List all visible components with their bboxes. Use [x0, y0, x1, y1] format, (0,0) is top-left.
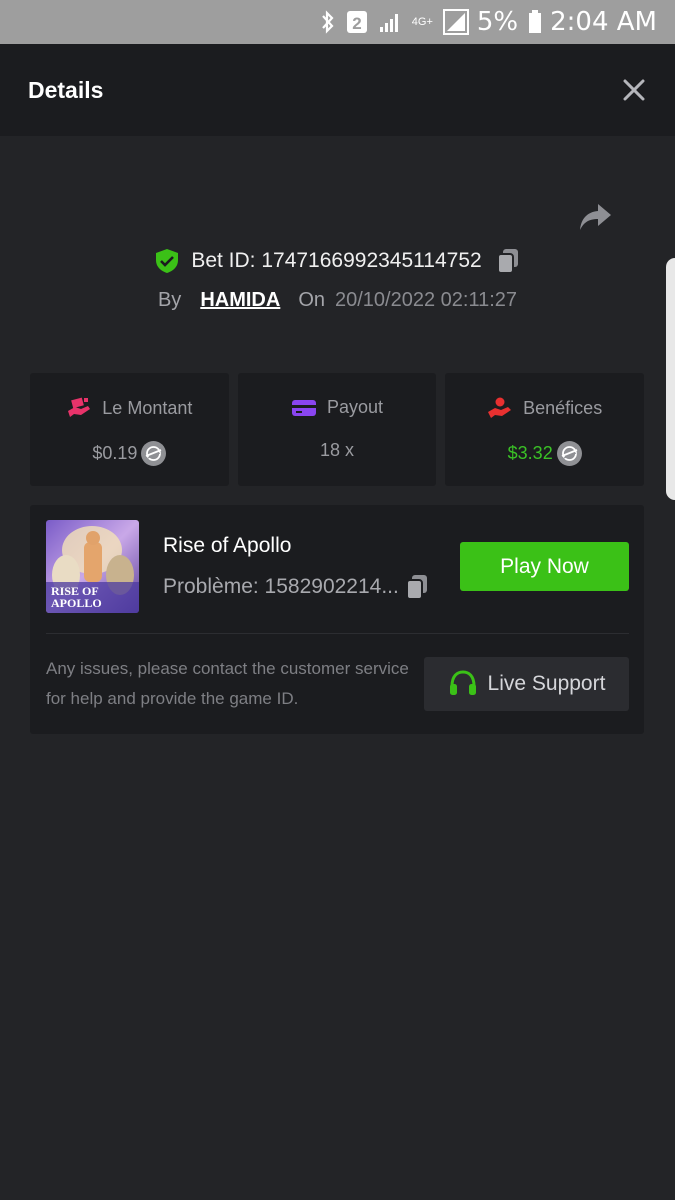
- stat-value: $0.19: [92, 441, 167, 466]
- stat-value: $3.32: [508, 441, 582, 466]
- bet-date: 20/10/2022 02:11:27: [335, 289, 518, 311]
- stat-card-amount: Le Montant $0.19: [30, 373, 229, 486]
- stat-value: 18 x: [320, 440, 354, 461]
- stat-label: Le Montant: [66, 397, 192, 419]
- battery-percent: 5%: [476, 7, 519, 37]
- game-id-row: Problème: 1582902214...: [163, 574, 429, 600]
- profit-hand-icon: [488, 397, 512, 418]
- stat-cards: Le Montant $0.19 Payout 18 x Benéfices $…: [30, 373, 645, 486]
- page-title: Details: [28, 76, 104, 103]
- battery-icon: [528, 10, 542, 34]
- money-hand-icon: [68, 397, 91, 417]
- username-link[interactable]: HAMIDA: [200, 289, 280, 312]
- support-notice: Any issues, please contact the customer …: [46, 659, 409, 708]
- details-header: Details: [0, 44, 675, 136]
- bet-meta-row: By HAMIDA On 20/10/2022 02:11:27: [0, 289, 675, 312]
- coin-icon: [556, 441, 582, 466]
- card-icon: [291, 399, 316, 416]
- stat-card-profit: Benéfices $3.32: [445, 373, 645, 486]
- sim-icon: 2: [346, 10, 368, 34]
- copy-icon[interactable]: [405, 574, 429, 600]
- play-now-button[interactable]: Play Now: [460, 542, 629, 591]
- copy-icon[interactable]: [496, 248, 520, 274]
- by-label: By: [157, 289, 182, 311]
- stat-card-payout: Payout 18 x: [237, 373, 437, 486]
- side-panel-edge[interactable]: [666, 258, 675, 500]
- close-icon[interactable]: [621, 77, 647, 103]
- bluetooth-icon: [320, 10, 336, 34]
- svg-text:2: 2: [352, 14, 361, 33]
- headset-icon: [449, 670, 476, 695]
- share-icon[interactable]: [578, 200, 614, 234]
- bet-id-text: Bet ID: 1747166992345114752: [191, 249, 482, 272]
- stat-value-text: 18 x: [319, 440, 355, 460]
- bet-id-row: Bet ID: 1747166992345114752: [0, 248, 675, 274]
- stat-label-text: Benéfices: [523, 397, 603, 418]
- coin-icon: [141, 441, 167, 466]
- divider: [46, 633, 629, 634]
- clock: 2:04 AM: [550, 7, 657, 37]
- thumb-title-line2: APOLLO: [51, 596, 102, 610]
- signal-box-icon: [442, 9, 469, 35]
- stat-label: Payout: [291, 397, 383, 418]
- shield-check-icon: [155, 248, 179, 274]
- game-thumbnail[interactable]: RISE OF APOLLO: [46, 520, 139, 613]
- status-bar: 2 4G+ 5% 2:04 AM: [0, 0, 675, 44]
- on-label: On: [298, 289, 325, 311]
- game-id-text: Problème: 1582902214...: [163, 575, 399, 598]
- stat-label-text: Payout: [326, 397, 384, 417]
- game-panel: RISE OF APOLLO Rise of Apollo Problème: …: [30, 505, 644, 734]
- stat-label-text: Le Montant: [102, 397, 193, 418]
- signal-icon: [378, 11, 402, 33]
- stat-value-text: $0.19: [92, 443, 138, 463]
- network-type-label: 4G+: [411, 15, 433, 28]
- live-support-button[interactable]: Live Support: [424, 657, 629, 711]
- stat-label: Benéfices: [487, 397, 602, 419]
- game-name[interactable]: Rise of Apollo: [163, 534, 291, 558]
- live-support-label: Live Support: [487, 672, 606, 695]
- stat-value-text: $3.32: [507, 443, 553, 463]
